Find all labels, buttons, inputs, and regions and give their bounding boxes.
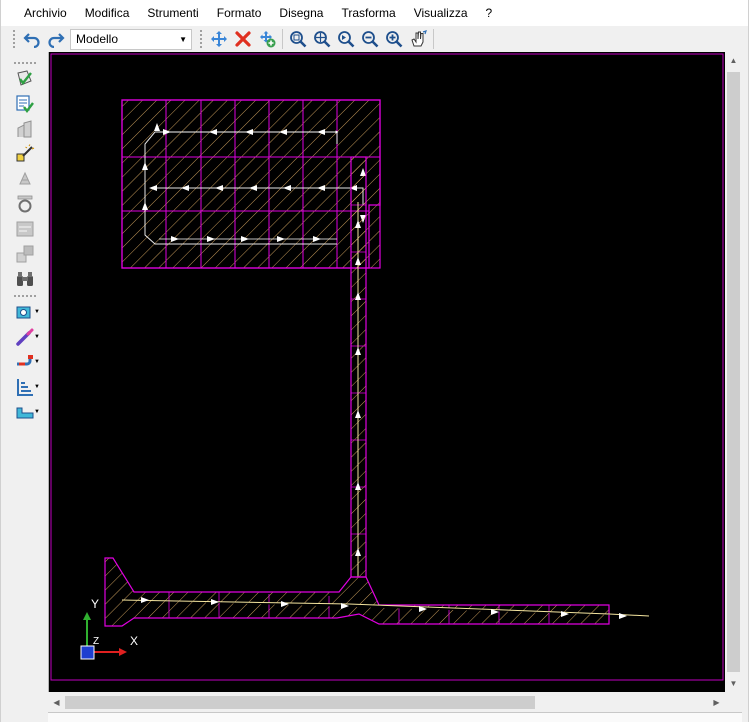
cad-application-window: Archivio Modifica Strumenti Formato Dise… bbox=[0, 0, 749, 722]
blocks-icon bbox=[16, 245, 34, 263]
palette-properties-button[interactable] bbox=[9, 92, 41, 116]
menu-modifica[interactable]: Modifica bbox=[76, 2, 139, 24]
space-selector[interactable]: Modello ▼ bbox=[70, 28, 192, 50]
menu-help[interactable]: ? bbox=[477, 2, 502, 24]
zoom-in-button[interactable] bbox=[382, 28, 406, 50]
palette-grip-2[interactable] bbox=[14, 295, 36, 298]
palette-binoculars-button[interactable] bbox=[9, 267, 41, 291]
ring-icon bbox=[17, 195, 33, 213]
horizontal-scrollbar[interactable]: ◀ ▶ bbox=[48, 694, 725, 711]
scroll-left-icon[interactable]: ◀ bbox=[48, 694, 65, 711]
vertical-scrollbar[interactable]: ▲ ▼ bbox=[725, 52, 742, 692]
move-icon bbox=[211, 31, 227, 47]
palette-camera-button[interactable]: ▼ bbox=[9, 300, 41, 324]
zoom-window-button[interactable] bbox=[286, 28, 310, 50]
zoom-in-icon bbox=[386, 31, 403, 48]
undo-icon bbox=[23, 33, 40, 48]
pipe-icon bbox=[17, 355, 33, 366]
scrollbar-corner bbox=[725, 694, 742, 711]
zoom-out-icon bbox=[362, 31, 379, 48]
component-icon bbox=[16, 221, 34, 237]
move-button[interactable] bbox=[207, 28, 231, 50]
toolbar-grip[interactable] bbox=[13, 30, 16, 48]
zoom-center-button[interactable] bbox=[310, 28, 334, 50]
menu-visualizza[interactable]: Visualizza bbox=[405, 2, 477, 24]
room-grid bbox=[121, 99, 381, 269]
scroll-down-icon[interactable]: ▼ bbox=[725, 675, 742, 692]
chevron-down-icon: ▼ bbox=[34, 334, 40, 340]
palette-brush-button[interactable]: ▼ bbox=[9, 325, 41, 349]
palette-ring-button[interactable] bbox=[9, 192, 41, 216]
zoom-previous-icon bbox=[338, 31, 355, 48]
palette-select-button[interactable] bbox=[9, 67, 41, 91]
menu-formato[interactable]: Formato bbox=[208, 2, 271, 24]
delete-button[interactable] bbox=[231, 28, 255, 50]
drawing-svg: Y X Z bbox=[50, 53, 724, 681]
menu-strumenti[interactable]: Strumenti bbox=[138, 2, 207, 24]
redo-button[interactable] bbox=[44, 28, 68, 50]
select-check-icon bbox=[17, 70, 32, 86]
vertical-duct bbox=[350, 156, 367, 578]
delete-icon bbox=[235, 31, 251, 47]
tool-palette: ▼ ▼ ▼ ▼ ▼ bbox=[9, 58, 41, 430]
ucs-z-label: Z bbox=[93, 636, 99, 647]
properties-check-icon bbox=[16, 95, 34, 113]
ucs-y-label: Y bbox=[91, 597, 99, 611]
palette-wand-button[interactable] bbox=[9, 142, 41, 166]
space-selector-value: Modello bbox=[76, 32, 119, 46]
tub-icon bbox=[16, 407, 34, 419]
camera-icon bbox=[16, 306, 31, 319]
palette-component-button[interactable] bbox=[9, 217, 41, 241]
wand-icon bbox=[16, 144, 35, 162]
add-copy-icon bbox=[260, 31, 276, 48]
building-icon bbox=[17, 120, 32, 138]
pan-button[interactable] bbox=[406, 28, 430, 50]
palette-tub-button[interactable]: ▼ bbox=[9, 400, 41, 424]
ucs-x-label: X bbox=[130, 634, 138, 648]
chevron-down-icon: ▼ bbox=[34, 409, 40, 415]
palette-building-button[interactable] bbox=[9, 117, 41, 141]
horizontal-duct bbox=[104, 557, 650, 627]
level-icon bbox=[17, 379, 33, 396]
chevron-down-icon: ▼ bbox=[34, 384, 40, 390]
zoom-window-icon bbox=[290, 31, 307, 48]
palette-elements-button[interactable] bbox=[9, 167, 41, 191]
toolbar-grip-2[interactable] bbox=[200, 30, 203, 48]
palette-level-button[interactable]: ▼ bbox=[9, 375, 41, 399]
scroll-up-icon[interactable]: ▲ bbox=[725, 52, 742, 69]
undo-button[interactable] bbox=[20, 28, 44, 50]
redo-icon bbox=[48, 33, 65, 48]
vertical-scroll-thumb[interactable] bbox=[727, 72, 740, 672]
menu-trasforma[interactable]: Trasforma bbox=[332, 2, 404, 24]
binoculars-icon bbox=[17, 272, 33, 286]
status-bar bbox=[48, 712, 742, 722]
brush-icon bbox=[16, 328, 34, 346]
zoom-previous-button[interactable] bbox=[334, 28, 358, 50]
menu-disegna[interactable]: Disegna bbox=[270, 2, 332, 24]
pan-hand-icon bbox=[411, 30, 427, 47]
palette-blocks-button[interactable] bbox=[9, 242, 41, 266]
horizontal-scroll-thumb[interactable] bbox=[65, 696, 535, 709]
add-copy-button[interactable] bbox=[255, 28, 279, 50]
zoom-center-icon bbox=[314, 31, 331, 48]
zoom-out-button[interactable] bbox=[358, 28, 382, 50]
chevron-down-icon: ▼ bbox=[34, 359, 40, 365]
main-toolbar: Modello ▼ bbox=[1, 26, 748, 52]
chevron-down-icon: ▼ bbox=[34, 309, 40, 315]
scroll-right-icon[interactable]: ▶ bbox=[708, 694, 725, 711]
menu-archivio[interactable]: Archivio bbox=[15, 2, 76, 24]
menu-bar: Archivio Modifica Strumenti Formato Dise… bbox=[1, 0, 748, 26]
chevron-down-icon: ▼ bbox=[179, 34, 187, 44]
toolbar-separator-2 bbox=[433, 29, 434, 49]
palette-grip[interactable] bbox=[14, 62, 36, 65]
elements-icon bbox=[19, 171, 31, 185]
toolbar-separator bbox=[282, 29, 283, 49]
drawing-canvas[interactable]: Y X Z bbox=[48, 52, 725, 692]
palette-pipe-button[interactable]: ▼ bbox=[9, 350, 41, 374]
